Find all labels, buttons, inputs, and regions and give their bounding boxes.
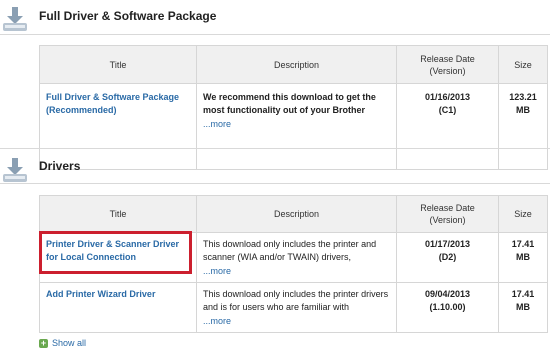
- release-version: (C1): [438, 105, 457, 115]
- show-all-link[interactable]: + Show all: [39, 338, 86, 348]
- highlight-box: [39, 231, 192, 274]
- release-version: (D2): [438, 252, 457, 262]
- package-table: Title Description Release Date (Version)…: [39, 45, 548, 170]
- release-date: 01/16/2013: [424, 92, 471, 102]
- column-header-size: Size: [498, 45, 548, 84]
- download-title-link[interactable]: Add Printer Wizard Driver: [46, 288, 190, 301]
- section-divider: [0, 148, 550, 149]
- column-header-title: Title: [39, 195, 197, 233]
- file-size: 123.21 MB: [509, 92, 537, 115]
- download-title-link[interactable]: Full Driver & Software Package (Recommen…: [46, 91, 190, 117]
- section-divider: [0, 34, 550, 35]
- download-tray-icon: [2, 156, 28, 186]
- plus-icon: +: [39, 337, 48, 348]
- table-row: Add Printer Wizard Driver This download …: [39, 282, 548, 333]
- column-header-description: Description: [196, 45, 397, 84]
- show-all-label[interactable]: Show all: [52, 338, 86, 348]
- column-header-description: Description: [196, 195, 397, 233]
- more-link[interactable]: ...more: [203, 315, 390, 328]
- section-divider: [0, 183, 550, 184]
- file-size: 17.41 MB: [511, 289, 535, 312]
- table-row: Full Driver & Software Package (Recommen…: [39, 83, 548, 170]
- release-date: 09/04/2013: [424, 289, 471, 299]
- more-link[interactable]: ...more: [203, 265, 390, 278]
- more-link[interactable]: ...more: [203, 118, 390, 131]
- section-title-drivers: Drivers: [39, 159, 81, 173]
- column-header-release-date: Release Date (Version): [396, 195, 499, 233]
- file-size: 17.41 MB: [511, 239, 535, 262]
- download-tray-icon: [2, 5, 28, 35]
- column-header-size: Size: [498, 195, 548, 233]
- download-description: This download only includes the printer …: [203, 289, 389, 312]
- column-header-title: Title: [39, 45, 197, 84]
- release-date: 01/17/2013: [424, 239, 471, 249]
- column-header-release-date: Release Date (Version): [396, 45, 499, 84]
- release-version: (1.10.00): [429, 302, 466, 312]
- download-description: This download only includes the printer …: [203, 239, 377, 262]
- section-title-package: Full Driver & Software Package: [39, 9, 217, 23]
- download-description: We recommend this download to get the mo…: [203, 92, 376, 115]
